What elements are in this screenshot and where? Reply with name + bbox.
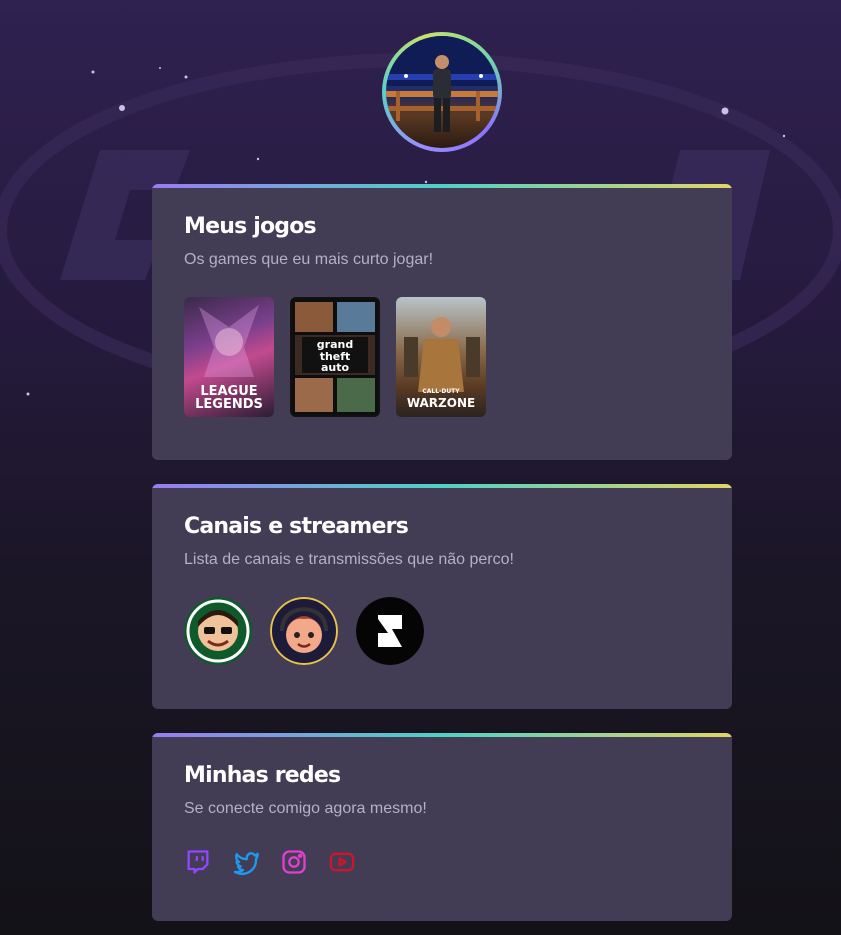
games-list: LEAGUE LEGENDS grand theft auto CALL·DUT… xyxy=(184,297,700,417)
profile-avatar[interactable] xyxy=(382,32,502,152)
streamer-2-avatar[interactable] xyxy=(270,597,338,665)
socials-card-subtitle: Se conecte comigo agora mesmo! xyxy=(184,800,427,817)
socials-card: Minhas redes Se conecte comigo agora mes… xyxy=(152,733,732,921)
youtube-icon[interactable] xyxy=(328,848,356,876)
profile-photo xyxy=(386,36,498,148)
streamers-card-subtitle: Lista de canais e transmissões que não p… xyxy=(184,551,514,568)
gta-cover-line3: auto xyxy=(320,361,350,375)
gta-cover-line1: grand xyxy=(316,338,354,351)
warzone-cover-line1: CALL·DUTY xyxy=(422,388,460,395)
twitter-icon[interactable] xyxy=(232,848,260,876)
warzone-cover-line2: WARZONE xyxy=(406,396,476,410)
game-league-of-legends[interactable]: LEAGUE LEGENDS xyxy=(184,297,274,417)
streamers-card: Canais e streamers Lista de canais e tra… xyxy=(152,484,732,709)
streamers-list xyxy=(184,597,700,665)
game-gta-v[interactable]: grand theft auto xyxy=(290,297,380,417)
games-card: Meus jogos Os games que eu mais curto jo… xyxy=(152,184,732,460)
games-card-subtitle: Os games que eu mais curto jogar! xyxy=(184,251,434,268)
lol-cover-line2: LEGENDS xyxy=(195,397,263,412)
streamer-3-avatar[interactable] xyxy=(356,597,424,665)
streamer-casimiro-avatar[interactable] xyxy=(184,597,252,665)
twitch-icon[interactable] xyxy=(184,848,212,876)
socials-card-title: Minhas redes xyxy=(184,763,341,788)
game-warzone[interactable]: CALL·DUTY WARZONE xyxy=(396,297,486,417)
instagram-icon[interactable] xyxy=(280,848,308,876)
streamers-card-title: Canais e streamers xyxy=(184,514,409,539)
social-links xyxy=(184,848,700,876)
games-card-title: Meus jogos xyxy=(184,214,317,239)
